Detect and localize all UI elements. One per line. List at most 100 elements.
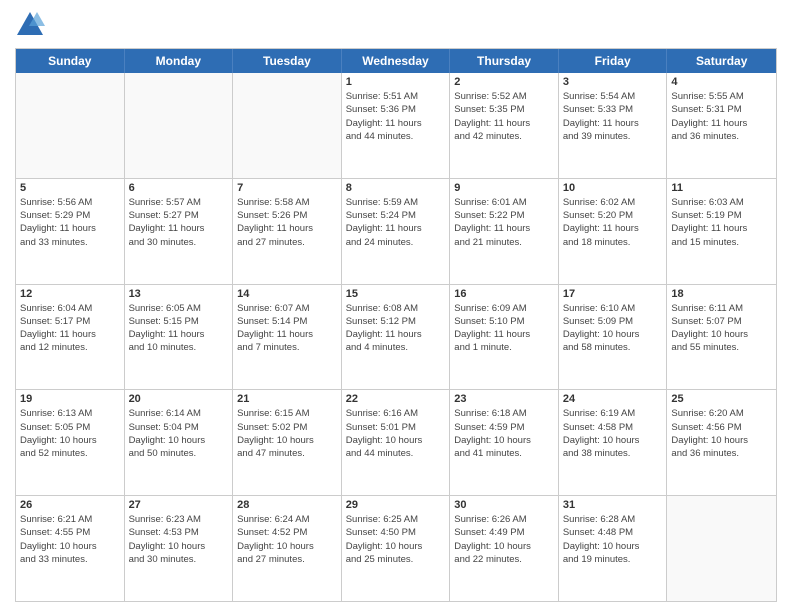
day-header-sunday: Sunday: [16, 49, 125, 73]
day-info: Sunrise: 6:07 AM Sunset: 5:14 PM Dayligh…: [237, 302, 337, 355]
day-number: 2: [454, 76, 554, 88]
week-row-3: 12 Sunrise: 6:04 AM Sunset: 5:17 PM Dayli…: [16, 285, 776, 391]
day-cell: 23 Sunrise: 6:18 AM Sunset: 4:59 PM Dayli…: [450, 390, 559, 495]
day-info: Sunrise: 5:57 AM Sunset: 5:27 PM Dayligh…: [129, 196, 229, 249]
day-info: Sunrise: 6:23 AM Sunset: 4:53 PM Dayligh…: [129, 513, 229, 566]
day-cell: [667, 496, 776, 601]
day-info: Sunrise: 6:26 AM Sunset: 4:49 PM Dayligh…: [454, 513, 554, 566]
day-cell: [16, 73, 125, 178]
day-cell: 26 Sunrise: 6:21 AM Sunset: 4:55 PM Dayli…: [16, 496, 125, 601]
day-number: 30: [454, 499, 554, 511]
day-cell: [125, 73, 234, 178]
day-number: 11: [671, 182, 772, 194]
day-info: Sunrise: 6:14 AM Sunset: 5:04 PM Dayligh…: [129, 407, 229, 460]
day-cell: 28Sunrise: 6:24 AM Sunset: 4:52 PM Dayli…: [233, 496, 342, 601]
day-info: Sunrise: 6:09 AM Sunset: 5:10 PM Dayligh…: [454, 302, 554, 355]
day-info: Sunrise: 6:08 AM Sunset: 5:12 PM Dayligh…: [346, 302, 446, 355]
day-info: Sunrise: 6:03 AM Sunset: 5:19 PM Dayligh…: [671, 196, 772, 249]
day-cell: 27 Sunrise: 6:23 AM Sunset: 4:53 PM Dayli…: [125, 496, 234, 601]
day-number: 5: [20, 182, 120, 194]
day-info: Sunrise: 6:28 AM Sunset: 4:48 PM Dayligh…: [563, 513, 663, 566]
week-row-1: 1 Sunrise: 5:51 AM Sunset: 5:36 PM Daylig…: [16, 73, 776, 179]
day-cell: 24 Sunrise: 6:19 AM Sunset: 4:58 PM Dayli…: [559, 390, 668, 495]
day-number: 18: [671, 288, 772, 300]
day-number: 31: [563, 499, 663, 511]
day-info: Sunrise: 6:15 AM Sunset: 5:02 PM Dayligh…: [237, 407, 337, 460]
day-number: 24: [563, 393, 663, 405]
day-header-monday: Monday: [125, 49, 234, 73]
calendar: SundayMondayTuesdayWednesdayThursdayFrid…: [15, 48, 777, 602]
day-number: 27: [129, 499, 229, 511]
day-number: 6: [129, 182, 229, 194]
day-cell: 18 Sunrise: 6:11 AM Sunset: 5:07 PM Dayli…: [667, 285, 776, 390]
day-header-wednesday: Wednesday: [342, 49, 451, 73]
day-cell: 15 Sunrise: 6:08 AM Sunset: 5:12 PM Dayli…: [342, 285, 451, 390]
day-cell: 2 Sunrise: 5:52 AM Sunset: 5:35 PM Daylig…: [450, 73, 559, 178]
day-number: 14: [237, 288, 337, 300]
page-container: SundayMondayTuesdayWednesdayThursdayFrid…: [0, 0, 792, 612]
day-cell: 4 Sunrise: 5:55 AM Sunset: 5:31 PM Daylig…: [667, 73, 776, 178]
week-row-5: 26 Sunrise: 6:21 AM Sunset: 4:55 PM Dayli…: [16, 496, 776, 601]
day-number: 29: [346, 499, 446, 511]
day-number: 23: [454, 393, 554, 405]
day-cell: 31 Sunrise: 6:28 AM Sunset: 4:48 PM Dayli…: [559, 496, 668, 601]
day-info: Sunrise: 5:52 AM Sunset: 5:35 PM Dayligh…: [454, 90, 554, 143]
day-cell: 20 Sunrise: 6:14 AM Sunset: 5:04 PM Dayli…: [125, 390, 234, 495]
day-cell: 19 Sunrise: 6:13 AM Sunset: 5:05 PM Dayli…: [16, 390, 125, 495]
day-info: Sunrise: 6:18 AM Sunset: 4:59 PM Dayligh…: [454, 407, 554, 460]
day-cell: 13 Sunrise: 6:05 AM Sunset: 5:15 PM Dayli…: [125, 285, 234, 390]
day-number: 7: [237, 182, 337, 194]
day-cell: 17Sunrise: 6:10 AM Sunset: 5:09 PM Dayli…: [559, 285, 668, 390]
day-info: Sunrise: 5:51 AM Sunset: 5:36 PM Dayligh…: [346, 90, 446, 143]
day-info: Sunrise: 6:19 AM Sunset: 4:58 PM Dayligh…: [563, 407, 663, 460]
day-number: 15: [346, 288, 446, 300]
day-number: 16: [454, 288, 554, 300]
day-info: Sunrise: 6:16 AM Sunset: 5:01 PM Dayligh…: [346, 407, 446, 460]
day-info: Sunrise: 6:11 AM Sunset: 5:07 PM Dayligh…: [671, 302, 772, 355]
day-info: Sunrise: 6:25 AM Sunset: 4:50 PM Dayligh…: [346, 513, 446, 566]
day-number: 22: [346, 393, 446, 405]
day-cell: 29 Sunrise: 6:25 AM Sunset: 4:50 PM Dayli…: [342, 496, 451, 601]
day-info: Sunrise: 6:21 AM Sunset: 4:55 PM Dayligh…: [20, 513, 120, 566]
day-number: 20: [129, 393, 229, 405]
day-info: Sunrise: 6:10 AM Sunset: 5:09 PM Dayligh…: [563, 302, 663, 355]
day-cell: 25 Sunrise: 6:20 AM Sunset: 4:56 PM Dayli…: [667, 390, 776, 495]
day-header-tuesday: Tuesday: [233, 49, 342, 73]
day-number: 19: [20, 393, 120, 405]
day-headers: SundayMondayTuesdayWednesdayThursdayFrid…: [16, 49, 776, 73]
day-info: Sunrise: 6:01 AM Sunset: 5:22 PM Dayligh…: [454, 196, 554, 249]
day-info: Sunrise: 6:04 AM Sunset: 5:17 PM Dayligh…: [20, 302, 120, 355]
day-number: 25: [671, 393, 772, 405]
day-cell: 21 Sunrise: 6:15 AM Sunset: 5:02 PM Dayli…: [233, 390, 342, 495]
day-info: Sunrise: 6:02 AM Sunset: 5:20 PM Dayligh…: [563, 196, 663, 249]
day-cell: 8Sunrise: 5:59 AM Sunset: 5:24 PM Daylig…: [342, 179, 451, 284]
day-header-friday: Friday: [559, 49, 668, 73]
day-info: Sunrise: 5:55 AM Sunset: 5:31 PM Dayligh…: [671, 90, 772, 143]
day-cell: 14 Sunrise: 6:07 AM Sunset: 5:14 PM Dayli…: [233, 285, 342, 390]
day-info: Sunrise: 5:58 AM Sunset: 5:26 PM Dayligh…: [237, 196, 337, 249]
day-info: Sunrise: 5:54 AM Sunset: 5:33 PM Dayligh…: [563, 90, 663, 143]
day-number: 8: [346, 182, 446, 194]
day-cell: 5 Sunrise: 5:56 AM Sunset: 5:29 PM Daylig…: [16, 179, 125, 284]
day-number: 21: [237, 393, 337, 405]
day-info: Sunrise: 6:13 AM Sunset: 5:05 PM Dayligh…: [20, 407, 120, 460]
day-number: 9: [454, 182, 554, 194]
day-number: 4: [671, 76, 772, 88]
day-cell: 10 Sunrise: 6:02 AM Sunset: 5:20 PM Dayli…: [559, 179, 668, 284]
day-info: Sunrise: 6:20 AM Sunset: 4:56 PM Dayligh…: [671, 407, 772, 460]
day-number: 26: [20, 499, 120, 511]
day-info: Sunrise: 5:56 AM Sunset: 5:29 PM Dayligh…: [20, 196, 120, 249]
day-cell: 11 Sunrise: 6:03 AM Sunset: 5:19 PM Dayli…: [667, 179, 776, 284]
day-cell: 1 Sunrise: 5:51 AM Sunset: 5:36 PM Daylig…: [342, 73, 451, 178]
day-number: 12: [20, 288, 120, 300]
day-cell: [233, 73, 342, 178]
day-number: 13: [129, 288, 229, 300]
day-info: Sunrise: 6:05 AM Sunset: 5:15 PM Dayligh…: [129, 302, 229, 355]
day-info: Sunrise: 6:24 AM Sunset: 4:52 PM Dayligh…: [237, 513, 337, 566]
day-cell: 3 Sunrise: 5:54 AM Sunset: 5:33 PM Daylig…: [559, 73, 668, 178]
day-number: 3: [563, 76, 663, 88]
day-number: 10: [563, 182, 663, 194]
day-number: 1: [346, 76, 446, 88]
day-cell: 6 Sunrise: 5:57 AM Sunset: 5:27 PM Daylig…: [125, 179, 234, 284]
day-cell: 9 Sunrise: 6:01 AM Sunset: 5:22 PM Daylig…: [450, 179, 559, 284]
